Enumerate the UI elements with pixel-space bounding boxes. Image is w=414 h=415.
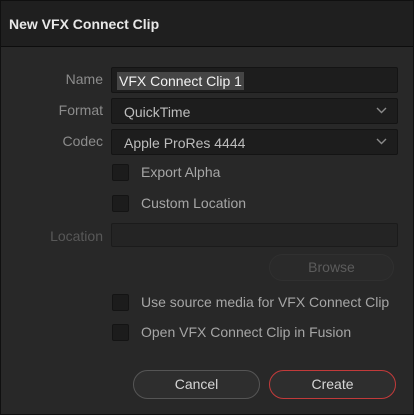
use-source-media-label: Use source media for VFX Connect Clip <box>141 294 390 310</box>
location-label: Location <box>50 228 103 244</box>
create-button[interactable]: Create <box>269 370 396 399</box>
cancel-button[interactable]: Cancel <box>133 370 260 399</box>
dialog-titlebar: New VFX Connect Clip <box>1 1 413 47</box>
export-alpha-checkbox[interactable] <box>112 164 129 181</box>
custom-location-checkbox[interactable] <box>112 195 129 212</box>
format-select[interactable]: QuickTime <box>111 98 398 124</box>
format-value: QuickTime <box>124 104 191 120</box>
chevron-down-icon <box>376 107 387 114</box>
name-label: Name <box>65 71 103 87</box>
codec-value: Apple ProRes 4444 <box>124 135 246 151</box>
custom-location-label: Custom Location <box>141 195 247 211</box>
codec-select[interactable]: Apple ProRes 4444 <box>111 129 398 155</box>
dialog-title: New VFX Connect Clip <box>9 16 160 32</box>
open-in-fusion-checkbox[interactable] <box>112 324 129 341</box>
chevron-down-icon <box>376 138 387 145</box>
use-source-media-checkbox[interactable] <box>112 294 129 311</box>
export-alpha-label: Export Alpha <box>141 164 221 180</box>
open-in-fusion-label: Open VFX Connect Clip in Fusion <box>141 324 352 340</box>
name-value: VFX Connect Clip 1 <box>117 72 244 90</box>
new-vfx-connect-clip-dialog: New VFX Connect Clip Name VFX Connect Cl… <box>0 0 414 415</box>
name-field[interactable]: VFX Connect Clip 1 <box>111 67 398 93</box>
browse-button[interactable]: Browse <box>269 254 394 281</box>
format-label: Format <box>58 102 103 118</box>
codec-label: Codec <box>62 133 103 149</box>
location-field[interactable] <box>111 223 398 247</box>
